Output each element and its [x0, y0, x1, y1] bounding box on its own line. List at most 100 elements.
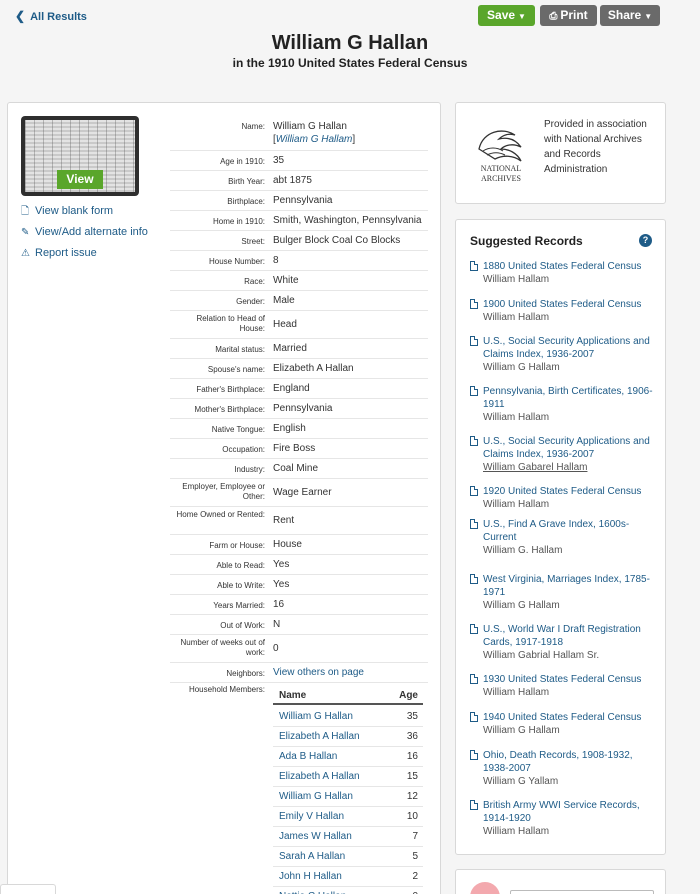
suggested-record-title[interactable]: Pennsylvania, Birth Certificates, 1906-1… [483, 385, 655, 411]
fact-label: Mother's Birthplace: [194, 405, 265, 414]
fact-value: Fire Boss [273, 443, 316, 454]
archives-credit-text: Provided in association with National Ar… [544, 119, 647, 175]
chevron-down-icon: ▼ [644, 12, 653, 21]
fact-label: Father's Birthplace: [196, 385, 265, 394]
household-member-link[interactable]: Emily V Hallan [279, 811, 344, 822]
suggested-record-title[interactable]: 1880 United States Federal Census [483, 260, 655, 273]
document-icon [470, 261, 478, 271]
suggested-record-person: William G Yallam [483, 776, 559, 787]
fact-row: Relation to Head of House: Head [170, 311, 428, 339]
view-add-alternate-info-link[interactable]: ✎ View/Add alternate info [21, 226, 148, 238]
suggested-record-person: William Hallam [483, 687, 550, 698]
household-member-link[interactable]: John H Hallan [279, 871, 342, 882]
fact-label: Name: [241, 122, 265, 131]
document-icon [470, 336, 478, 346]
household-member-age: 15 [406, 771, 418, 782]
fact-row: Able to Write: Yes [170, 575, 428, 595]
fact-value: 8 [273, 255, 279, 266]
fact-value: Bulger Block Coal Co Blocks [273, 235, 401, 246]
national-archives-card: NATIONAL ARCHIVES Provided in associatio… [455, 102, 666, 204]
fact-row: House Number: 8 [170, 251, 428, 271]
document-icon [470, 674, 478, 684]
suggested-record-title[interactable]: 1920 United States Federal Census [483, 485, 655, 498]
suggested-record-person: William G Hallam [483, 600, 560, 611]
share-button[interactable]: Share ▼ [600, 5, 660, 26]
household-member-age: 5 [412, 851, 418, 862]
fact-label: Neighbors: [226, 669, 265, 678]
suggested-record-title[interactable]: 1900 United States Federal Census [483, 298, 655, 311]
fact-row: Farm or House: House [170, 535, 428, 555]
suggested-record-person: William Hallam [483, 274, 550, 285]
fact-row: Years Married: 16 [170, 595, 428, 615]
fact-label: Age in 1910: [220, 157, 265, 166]
household-table-header: Name Age [273, 687, 423, 705]
record-image-thumbnail[interactable]: View [21, 116, 139, 196]
suggested-record-title[interactable]: U.S., Social Security Applications and C… [483, 435, 655, 461]
suggested-record-title[interactable]: U.S., Social Security Applications and C… [483, 335, 655, 361]
suggested-record-person: William Hallam [483, 312, 550, 323]
fact-label: Able to Write: [217, 581, 265, 590]
household-row: William G Hallan 35 [273, 707, 423, 727]
household-member-link[interactable]: Ada B Hallan [279, 751, 337, 762]
suggested-record-title[interactable]: West Virginia, Marriages Index, 1785-197… [483, 573, 655, 599]
fact-label: Home in 1910: [212, 217, 265, 226]
print-button[interactable]: ⎙ Print [540, 5, 597, 26]
household-member-link[interactable]: Elizabeth A Hallan [279, 771, 360, 782]
fact-value: Pennsylvania [273, 195, 333, 206]
printer-icon: ⎙ [549, 11, 558, 22]
fact-label: Years Married: [213, 601, 265, 610]
suggested-record-person: William Gabarel Hallam [483, 462, 588, 473]
fact-value: 16 [273, 599, 285, 610]
report-issue-link[interactable]: ⚠ Report issue [21, 247, 97, 259]
view-image-button[interactable]: View [57, 170, 103, 189]
document-icon [470, 299, 478, 309]
suggested-record-title[interactable]: British Army WWI Service Records, 1914-1… [483, 799, 655, 825]
household-member-link[interactable]: William G Hallan [279, 791, 353, 802]
fact-value: English [273, 423, 306, 434]
fact-value: Rent [273, 515, 295, 526]
fact-row: Home in 1910: Smith, Washington, Pennsylv… [170, 211, 428, 231]
fact-value: Yes [273, 579, 290, 590]
suggested-record-title[interactable]: U.S., World War I Draft Registration Car… [483, 623, 655, 649]
suggested-record-title[interactable]: U.S., Find A Grave Index, 1600s-Current [483, 518, 655, 544]
page-subtitle: in the 1910 United States Federal Census [232, 56, 468, 70]
avatar [470, 882, 500, 894]
fact-row: Out of Work: N [170, 615, 428, 635]
alternate-name-link[interactable]: William G Hallam [276, 134, 353, 145]
household-member-link[interactable]: Elizabeth A Hallan [279, 731, 360, 742]
fact-row: Gender: Male [170, 291, 428, 311]
view-blank-form-link[interactable]: 🗋 View blank form [21, 204, 113, 221]
fact-value: 0 [273, 643, 279, 654]
fact-label: Employer, Employee or Other: [182, 482, 265, 501]
chevron-left-icon: ❮ [15, 9, 26, 23]
fact-label: Birthplace: [227, 197, 265, 206]
chevron-down-icon: ▼ [518, 12, 526, 21]
suggested-record-title[interactable]: 1930 United States Federal Census [483, 673, 655, 686]
fact-label: Birth Year: [228, 177, 265, 186]
fact-row: Employer, Employee or Other: Wage Earner [170, 479, 428, 507]
document-icon [470, 486, 478, 496]
document-icon [470, 519, 478, 529]
save-button[interactable]: Save ▼ [478, 5, 535, 26]
help-icon[interactable]: ? [639, 234, 652, 247]
view-neighbors-link[interactable]: View others on page [273, 666, 364, 679]
document-icon [470, 436, 478, 446]
fact-row: Home Owned or Rented: Rent [170, 507, 428, 535]
suggested-record-title[interactable]: 1940 United States Federal Census [483, 711, 655, 724]
back-to-results-link[interactable]: ❮ All Results [15, 9, 87, 23]
feedback-tab[interactable] [0, 884, 56, 894]
household-member-link[interactable]: William G Hallan [279, 711, 353, 722]
top-bar: ❮ All Results Save ▼ ⎙ Print Share ▼ [0, 0, 700, 30]
household-member-link[interactable]: James W Hallan [279, 831, 352, 842]
fact-label: Gender: [236, 297, 265, 306]
comment-input[interactable] [510, 890, 654, 894]
fact-row-name: Name: William G Hallan [William G Hallam… [170, 119, 428, 151]
household-member-link[interactable]: Sarah A Hallan [279, 851, 345, 862]
fact-value: Head [273, 319, 297, 330]
fact-row: Mother's Birthplace: Pennsylvania [170, 399, 428, 419]
fact-row: Native Tongue: English [170, 419, 428, 439]
document-icon [470, 386, 478, 396]
record-panel: View 🗋 View blank form ✎ View/Add alternat… [7, 102, 441, 894]
fact-value: Married [273, 343, 307, 354]
suggested-record-title[interactable]: Ohio, Death Records, 1908-1932, 1938-200… [483, 749, 655, 775]
